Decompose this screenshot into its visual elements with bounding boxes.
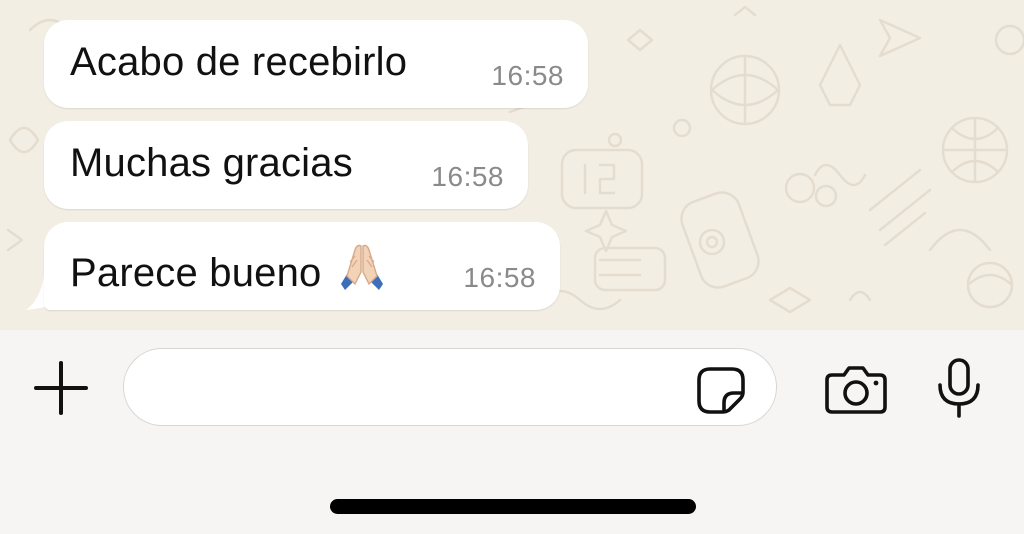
message-composer	[0, 330, 1024, 534]
message-timestamp: 16:58	[491, 60, 564, 91]
sticker-button[interactable]	[696, 366, 746, 414]
microphone-button[interactable]	[936, 357, 982, 419]
message-timestamp: 16:58	[431, 161, 504, 192]
camera-icon	[825, 366, 887, 414]
message-input[interactable]	[154, 363, 698, 413]
message-text-row: Parece bueno	[70, 242, 391, 302]
sticker-icon	[697, 367, 745, 414]
message-input-field[interactable]	[123, 348, 777, 426]
home-indicator[interactable]	[330, 499, 696, 514]
microphone-icon	[938, 358, 980, 418]
message-bubble[interactable]: Parece bueno 16:58	[44, 222, 560, 310]
message-text: Muchas gracias	[70, 141, 353, 185]
camera-button[interactable]	[824, 365, 888, 415]
message-text: Acabo de recebirlo	[70, 40, 408, 84]
chat-area: Acabo de recebirlo 16:58 Muchas gracias …	[0, 0, 1024, 330]
attach-button[interactable]	[34, 361, 88, 415]
message-text: Parece bueno	[70, 251, 322, 295]
message-timestamp: 16:58	[463, 262, 536, 293]
message-bubble[interactable]: Acabo de recebirlo 16:58	[44, 20, 588, 108]
folded-hands-emoji	[333, 242, 391, 302]
plus-icon	[34, 361, 88, 415]
message-bubble[interactable]: Muchas gracias 16:58	[44, 121, 528, 209]
